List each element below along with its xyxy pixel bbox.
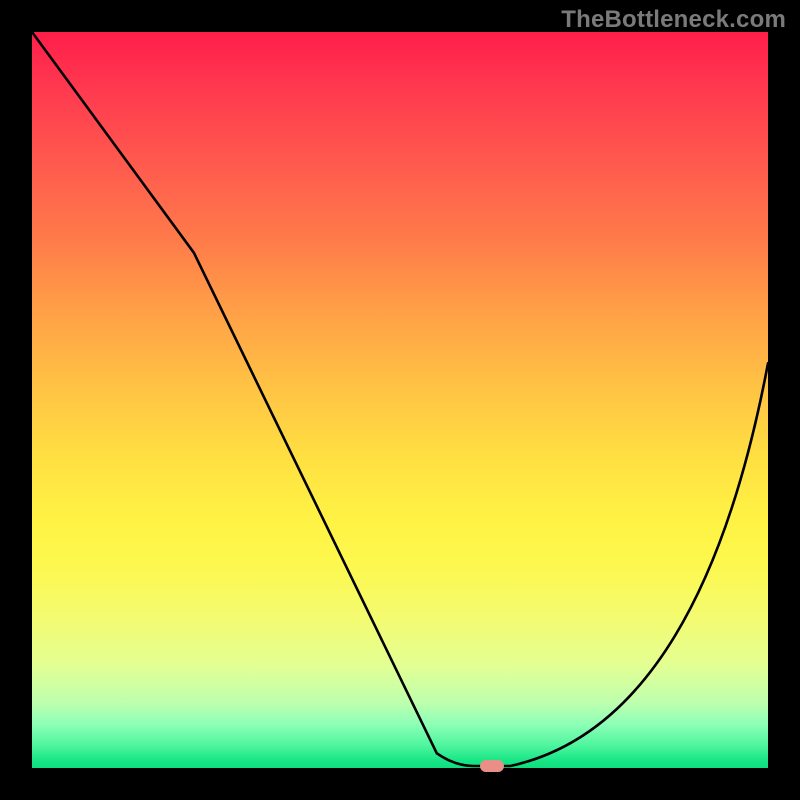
chart-frame: TheBottleneck.com xyxy=(0,0,800,800)
curve-svg xyxy=(32,32,768,768)
bottleneck-curve xyxy=(32,32,768,766)
optimal-marker xyxy=(480,760,504,772)
watermark-text: TheBottleneck.com xyxy=(561,6,786,34)
plot-area xyxy=(32,32,768,768)
